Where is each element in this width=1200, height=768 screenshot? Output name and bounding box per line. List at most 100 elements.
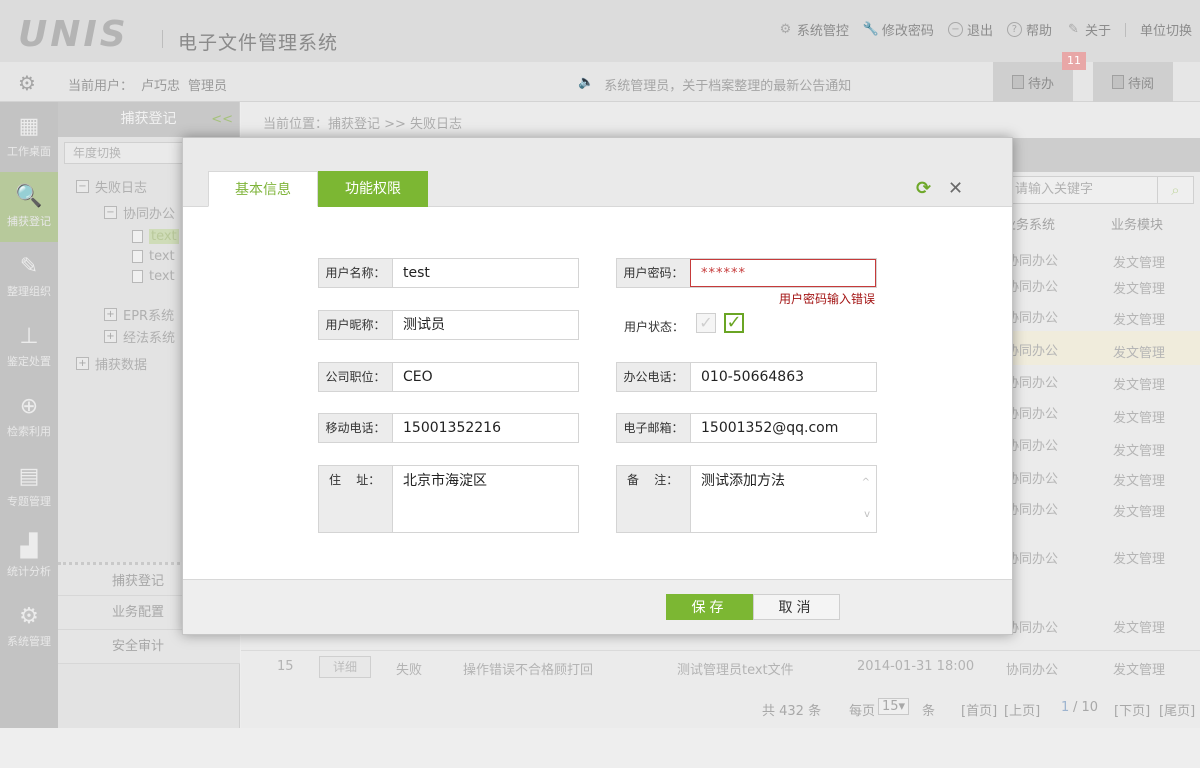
breadcrumb: 当前位置：捕获登记 >> 失败日志 (263, 117, 463, 132)
footer (0, 728, 1200, 768)
status-label: 用户状态： (624, 320, 685, 334)
capture-icon: 🔍 (15, 184, 43, 209)
refresh-icon[interactable]: ⟳ (916, 178, 931, 199)
cell-system: 协同办公 (1006, 254, 1059, 269)
nickname-label: 用户昵称： (319, 311, 392, 339)
status-checkbox-enabled[interactable]: ✓ (724, 313, 744, 333)
username-input[interactable]: test (392, 259, 578, 287)
nav-label: 工作桌面 (7, 145, 51, 158)
prev-page-link[interactable]: [上页] (1004, 700, 1040, 719)
row-reason: 操作错误不合格顾打回 (463, 663, 594, 678)
tree-node-label: text (149, 249, 175, 264)
nav-stats[interactable]: ▟ 统计分析 (0, 522, 58, 592)
todo-button[interactable]: 待办 (993, 62, 1073, 102)
menu-system-control[interactable]: ⚙ 系统管控 (778, 20, 849, 39)
toread-button[interactable]: 待阅 (1093, 62, 1173, 102)
last-page-link[interactable]: [尾页] (1159, 700, 1195, 719)
user-edit-dialog: 基本信息 功能权限 ⟳ ✕ 用户名称： test 用户昵称： 测试员 公司职位：… (182, 137, 1013, 635)
cell-system: 协同办公 (1006, 280, 1059, 295)
menu-security-audit[interactable]: 安全审计 (58, 630, 240, 664)
row-file: 测试管理员text文件 (677, 663, 794, 678)
close-icon[interactable]: ✕ (948, 178, 963, 199)
nav-label: 检索利用 (7, 425, 51, 438)
menu-help[interactable]: ? 帮助 (1006, 20, 1052, 39)
remark-textarea[interactable]: 测试添加方法 ^ v (690, 466, 876, 532)
next-page-link[interactable]: [下页] (1114, 700, 1150, 719)
nav-system[interactable]: ⚙ 系统管理 (0, 592, 58, 662)
position-input[interactable]: CEO (392, 363, 578, 391)
file-icon (132, 270, 143, 283)
tree-node-text[interactable]: text (132, 249, 175, 264)
notice-bar[interactable]: 🔈 系统管理员，关于档案整理的最新公告通知 (578, 75, 851, 94)
tree-title-text: 捕获登记 (120, 111, 177, 127)
office-phone-input[interactable]: 010-50664863 (690, 363, 876, 391)
tab-basic-info[interactable]: 基本信息 (208, 171, 318, 207)
scroll-up-icon[interactable]: ^ (862, 468, 870, 498)
search-input[interactable]: 请输入关键字 ⌕ (1004, 176, 1194, 204)
gear-icon: ⚙ (779, 22, 792, 37)
expand-box-icon: + (104, 330, 117, 343)
tree-node-collab[interactable]: − 协同办公 (104, 203, 175, 222)
menu-change-password[interactable]: 🔧 修改密码 (863, 20, 934, 39)
tree-node-text[interactable]: text (132, 269, 175, 284)
tree-node-label: text (149, 229, 179, 244)
first-page-link[interactable]: [首页] (961, 700, 997, 719)
office-phone-field: 办公电话： 010-50664863 (616, 362, 877, 392)
menu-about[interactable]: ✎ 关于 (1066, 20, 1111, 39)
table-row[interactable]: 15 详细 失败 操作错误不合格顾打回 测试管理员text文件 2014-01-… (241, 650, 1200, 684)
nav-appraisal[interactable]: ⊥ 鉴定处置 (0, 312, 58, 382)
nickname-input[interactable]: 测试员 (392, 311, 578, 339)
position-field: 公司职位： CEO (318, 362, 579, 392)
tree-node-epr[interactable]: + EPR系统 (104, 305, 174, 324)
file-icon (132, 250, 143, 263)
todo-count-badge: 11 (1062, 52, 1086, 70)
tree-title: 捕获登记 << (58, 102, 239, 137)
nav-label: 统计分析 (7, 565, 51, 578)
tree-node-text[interactable]: text (132, 229, 179, 244)
detail-button[interactable]: 详细 (319, 656, 371, 678)
column-header-module[interactable]: 业务模块 (1111, 214, 1163, 233)
password-input[interactable]: ****** (690, 259, 876, 287)
magnifier-icon: ⊕ (19, 394, 39, 419)
notice-text: 系统管理员，关于档案整理的最新公告通知 (604, 79, 852, 94)
menu-logout[interactable]: − 退出 (947, 20, 993, 39)
status-checkbox-disabled[interactable]: ✓ (696, 313, 716, 333)
search-icon[interactable]: ⌕ (1157, 177, 1193, 203)
nav-label: 鉴定处置 (7, 355, 51, 368)
password-field: 用户密码： ****** (616, 258, 877, 288)
tree-node-fail-log[interactable]: − 失败日志 (76, 177, 147, 196)
address-textarea[interactable]: 北京市海淀区 (392, 466, 578, 532)
document-icon (1011, 75, 1024, 89)
row-status: 失败 (396, 663, 423, 678)
tab-permissions[interactable]: 功能权限 (318, 171, 428, 207)
email-input[interactable]: 15001352@qq.com (690, 414, 876, 442)
tree-node-legal[interactable]: + 经法系统 (104, 327, 175, 346)
logo-separator (162, 30, 163, 48)
mobile-label: 移动电话： (319, 414, 392, 442)
tree-node-label: 经法系统 (123, 331, 176, 346)
menu-label: 单位切换 (1139, 24, 1192, 39)
password-label: 用户密码： (617, 259, 690, 287)
collapse-arrows-icon[interactable]: << (211, 102, 233, 137)
nav-desktop[interactable]: ▦ 工作桌面 (0, 102, 58, 172)
scroll-down-icon[interactable]: v (864, 500, 870, 530)
settings-icon[interactable]: ⚙ (18, 71, 36, 95)
question-icon: ? (1006, 22, 1022, 37)
per-page-select[interactable]: 15▾ (878, 698, 910, 715)
user-bar: ⚙ 当前用户： 卢巧忠 管理员 🔈 系统管理员，关于档案整理的最新公告通知 待办 待… (0, 62, 1200, 102)
nav-capture[interactable]: 🔍 捕获登记 (0, 172, 58, 242)
cancel-button[interactable]: 取消 (753, 594, 840, 620)
cell-module: 发文管理 (1113, 313, 1166, 328)
nav-search[interactable]: ⊕ 检索利用 (0, 382, 58, 452)
cell-module: 发文管理 (1113, 411, 1166, 426)
save-button[interactable]: 保存 (666, 594, 753, 620)
nav-topic[interactable]: ▤ 专题管理 (0, 452, 58, 522)
email-label: 电子邮箱： (617, 414, 690, 442)
menu-switch-unit[interactable]: 单位切换 (1140, 20, 1192, 39)
cell-module: 发文管理 (1113, 621, 1166, 636)
dialog-tabs: 基本信息 功能权限 ⟳ ✕ (183, 138, 1012, 207)
mobile-input[interactable]: 15001352216 (392, 414, 578, 442)
nav-organize[interactable]: ✎ 整理组织 (0, 242, 58, 312)
tree-node-captured-data[interactable]: + 捕获数据 (76, 354, 147, 373)
cell-system: 协同办公 (1006, 552, 1059, 567)
